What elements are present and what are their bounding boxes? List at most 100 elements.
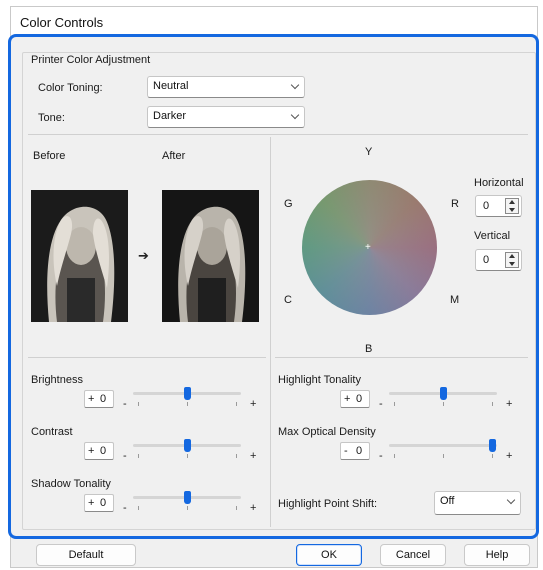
group-legend: Printer Color Adjustment: [28, 54, 154, 66]
window-title: Color Controls: [20, 15, 104, 30]
wheel-label-c: C: [284, 294, 292, 306]
chevron-down-icon: [290, 80, 300, 90]
horizontal-label: Horizontal: [474, 177, 524, 189]
highlight-tonality-plus-label: +: [506, 398, 513, 410]
max-optical-density-value-box[interactable]: - 0: [340, 442, 370, 460]
highlight-tonality-value: 0: [356, 393, 363, 405]
slider-tick: [443, 454, 444, 458]
shadow-tonality-slider[interactable]: [133, 491, 241, 510]
color-toning-value: Neutral: [153, 80, 189, 92]
slider-tick: [394, 402, 395, 406]
slider-track: [389, 444, 497, 447]
contrast-value-box[interactable]: + 0: [84, 442, 114, 460]
shadow-tonality-value-box[interactable]: + 0: [84, 494, 114, 512]
after-label: After: [162, 150, 186, 162]
slider-thumb[interactable]: [183, 491, 191, 504]
divider: [275, 357, 528, 358]
contrast-label: Contrast: [31, 426, 73, 438]
horizontal-value: 0: [483, 200, 490, 212]
slider-tick: [187, 506, 188, 510]
slider-tick: [492, 402, 493, 406]
color-toning-select[interactable]: Neutral: [147, 76, 305, 98]
cancel-button[interactable]: Cancel: [380, 544, 446, 566]
vertical-value: 0: [483, 254, 490, 266]
help-button[interactable]: Help: [464, 544, 530, 566]
spin-down-icon: [509, 262, 515, 266]
max-optical-density-value: 0: [356, 445, 363, 457]
horizontal-spinbox[interactable]: 0: [475, 195, 522, 217]
shadow-tonality-sign: +: [88, 497, 95, 509]
slider-tick: [138, 402, 139, 406]
slider-tick: [138, 454, 139, 458]
brightness-slider[interactable]: [133, 387, 241, 406]
contrast-value: 0: [100, 445, 107, 457]
slider-tick: [187, 454, 188, 458]
tone-value: Darker: [153, 110, 187, 122]
shadow-tonality-plus-label: +: [250, 502, 257, 514]
spin-up-icon: [509, 200, 515, 204]
highlight-tonality-slider[interactable]: [389, 387, 497, 406]
before-label: Before: [33, 150, 66, 162]
brightness-value-box[interactable]: + 0: [84, 390, 114, 408]
wheel-label-y: Y: [365, 146, 373, 158]
divider: [270, 137, 271, 527]
highlight-tonality-label: Highlight Tonality: [278, 374, 361, 386]
slider-tick: [236, 402, 237, 406]
vertical-spinbox[interactable]: 0: [475, 249, 522, 271]
brightness-plus-label: +: [250, 398, 257, 410]
contrast-plus-label: +: [250, 450, 257, 462]
max-optical-density-minus-label: -: [379, 450, 383, 462]
spin-down-icon: [509, 208, 515, 212]
brightness-sign: +: [88, 393, 95, 405]
slider-thumb[interactable]: [439, 387, 447, 400]
ok-button[interactable]: OK: [296, 544, 362, 566]
chevron-down-icon: [506, 495, 516, 505]
highlight-tonality-minus-label: -: [379, 398, 383, 410]
max-optical-density-plus-label: +: [506, 450, 513, 462]
wheel-label-r: R: [451, 198, 459, 210]
highlight-tonality-value-box[interactable]: + 0: [340, 390, 370, 408]
default-button[interactable]: Default: [36, 544, 136, 566]
max-optical-density-label: Max Optical Density: [278, 426, 376, 438]
divider: [28, 357, 266, 358]
wheel-label-m: M: [450, 294, 460, 306]
highlight-point-shift-select[interactable]: Off: [434, 491, 521, 515]
spin-buttons[interactable]: [505, 252, 519, 268]
slider-tick: [443, 402, 444, 406]
max-optical-density-slider[interactable]: [389, 439, 497, 458]
spin-up-icon: [509, 254, 515, 258]
slider-tick: [492, 454, 493, 458]
slider-thumb[interactable]: [183, 439, 191, 452]
shadow-tonality-minus-label: -: [123, 502, 127, 514]
contrast-sign: +: [88, 445, 95, 457]
vertical-label: Vertical: [474, 230, 511, 242]
spin-buttons[interactable]: [505, 198, 519, 214]
color-toning-label: Color Toning:: [38, 82, 103, 94]
brightness-value: 0: [100, 393, 107, 405]
chevron-down-icon: [290, 110, 300, 120]
slider-thumb[interactable]: [183, 387, 191, 400]
slider-tick: [138, 506, 139, 510]
before-preview-image: [31, 190, 128, 322]
slider-tick: [236, 506, 237, 510]
contrast-minus-label: -: [123, 450, 127, 462]
crosshair-icon: +: [365, 242, 371, 253]
brightness-minus-label: -: [123, 398, 127, 410]
tone-select[interactable]: Darker: [147, 106, 305, 128]
highlight-point-shift-label: Highlight Point Shift:: [278, 498, 378, 510]
wheel-label-b: B: [365, 343, 373, 355]
max-optical-density-sign: -: [344, 445, 348, 457]
slider-tick: [236, 454, 237, 458]
shadow-tonality-value: 0: [100, 497, 107, 509]
wheel-label-g: G: [284, 198, 293, 210]
divider: [28, 134, 528, 135]
slider-thumb[interactable]: [488, 439, 496, 452]
tone-label: Tone:: [38, 112, 65, 124]
highlight-tonality-sign: +: [344, 393, 351, 405]
shadow-tonality-label: Shadow Tonality: [31, 478, 111, 490]
brightness-label: Brightness: [31, 374, 83, 386]
slider-tick: [394, 454, 395, 458]
highlight-point-shift-value: Off: [440, 495, 455, 507]
slider-tick: [187, 402, 188, 406]
contrast-slider[interactable]: [133, 439, 241, 458]
